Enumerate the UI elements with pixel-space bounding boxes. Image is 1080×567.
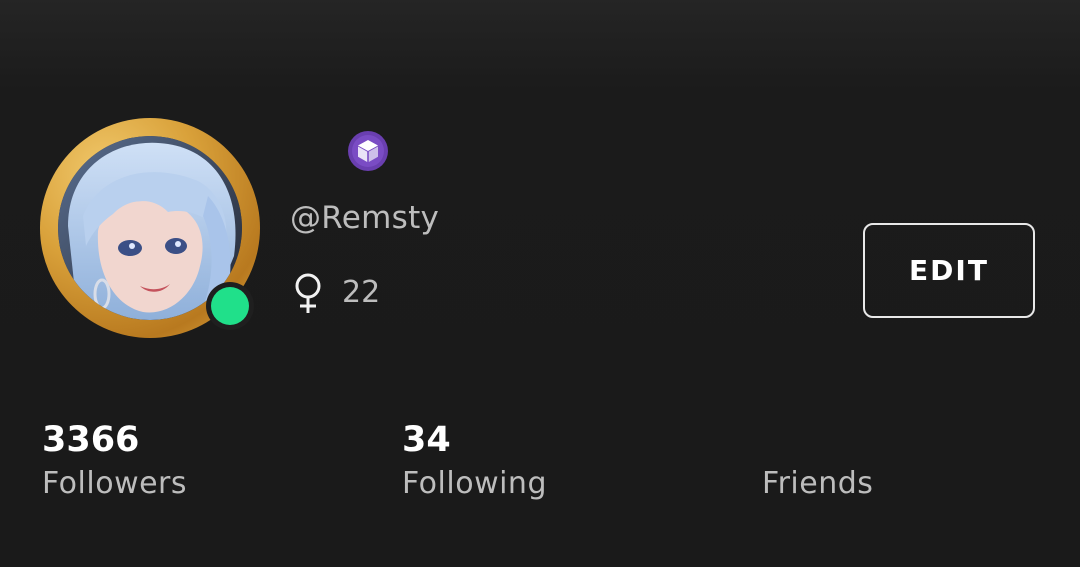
friends-count	[762, 418, 873, 462]
avatar[interactable]	[40, 118, 260, 338]
followers-stat[interactable]: 3366 Followers	[42, 418, 187, 504]
followers-count: 3366	[42, 420, 140, 460]
friends-stat[interactable]: Friends	[762, 418, 873, 504]
cube-badge-icon[interactable]	[348, 131, 388, 171]
following-stat[interactable]: 34 Following	[402, 418, 547, 504]
following-label: Following	[402, 466, 547, 501]
age-text: 22	[342, 275, 381, 310]
female-symbol-icon	[290, 271, 326, 317]
online-status-dot	[206, 282, 254, 330]
online-indicator	[211, 287, 249, 325]
followers-label: Followers	[42, 466, 188, 501]
following-count: 34	[402, 420, 451, 460]
friends-label: Friends	[762, 466, 874, 501]
edit-profile-button[interactable]: EDIT	[863, 223, 1035, 318]
profile-header: @Remsty 22 EDIT 3366 Followers 34 Follow…	[0, 0, 1080, 567]
username: @Remsty	[290, 200, 440, 236]
